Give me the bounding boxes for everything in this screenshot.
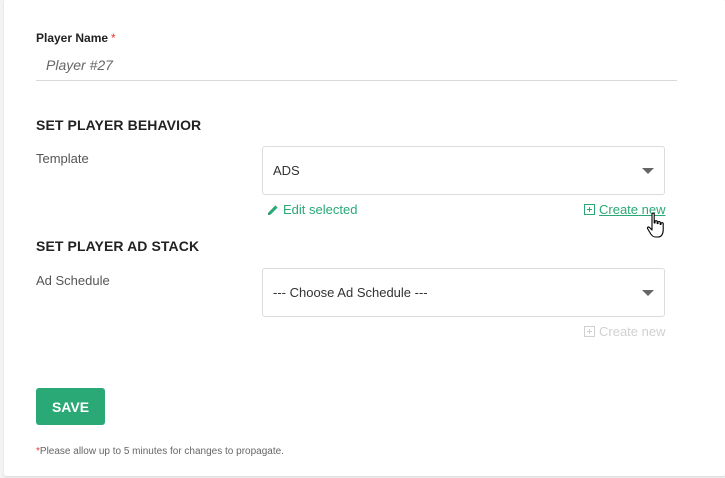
create-new-ad-schedule-label: Create new [599, 324, 666, 339]
plus-square-icon [584, 326, 595, 337]
chevron-down-icon [642, 290, 654, 296]
plus-square-icon [584, 204, 595, 215]
edit-selected-label: Edit selected [283, 202, 358, 217]
section-title-player-behavior: SET PLAYER BEHAVIOR [36, 117, 202, 133]
player-settings-card: Player Name* SET PLAYER BEHAVIOR Templat… [4, 0, 725, 476]
save-button[interactable]: SAVE [36, 388, 105, 425]
ad-schedule-select-value: --- Choose Ad Schedule --- [273, 285, 428, 300]
player-name-input[interactable] [36, 50, 677, 81]
edit-selected-link[interactable]: Edit selected [267, 202, 357, 217]
template-select[interactable]: ADS [262, 146, 665, 195]
ad-schedule-select[interactable]: --- Choose Ad Schedule --- [262, 268, 665, 317]
create-new-ad-schedule-link: Create new [584, 324, 665, 339]
required-mark: * [111, 31, 116, 45]
propagation-note: *Please allow up to 5 minutes for change… [36, 446, 284, 457]
chevron-down-icon [642, 168, 654, 174]
hand-pointer-cursor-icon [646, 212, 664, 238]
template-select-value: ADS [273, 163, 300, 178]
ad-schedule-label: Ad Schedule [36, 273, 110, 288]
template-label: Template [36, 151, 89, 166]
note-text: Please allow up to 5 minutes for changes… [39, 446, 284, 457]
player-name-label-text: Player Name [36, 31, 109, 45]
section-title-ad-stack: SET PLAYER AD STACK [36, 238, 200, 254]
player-name-label: Player Name * [36, 31, 116, 45]
pencil-icon [268, 204, 278, 215]
